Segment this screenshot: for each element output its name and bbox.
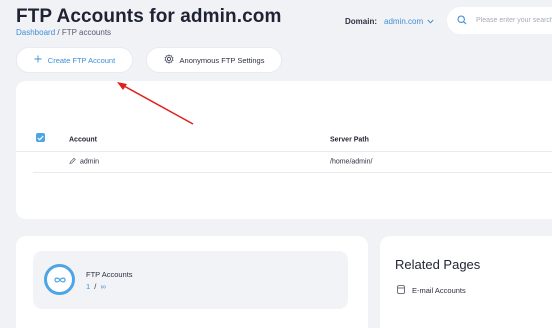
search-icon — [457, 12, 467, 30]
infinity-icon — [44, 264, 75, 295]
related-pages-title: Related Pages — [395, 257, 481, 272]
ftp-stats-panel — [33, 251, 348, 309]
search-bar[interactable] — [447, 7, 552, 34]
plus-icon — [34, 55, 42, 65]
column-header-account[interactable]: Account — [69, 136, 97, 143]
table-header-row: Account Server Path — [16, 128, 552, 152]
page-title: FTP Accounts for admin.com — [16, 6, 282, 27]
account-name: admin — [80, 158, 100, 166]
column-header-server-path[interactable]: Server Path — [330, 136, 369, 143]
breadcrumb-current: FTP accounts — [61, 28, 112, 37]
domain-label: Domain: — [345, 17, 377, 26]
ftp-accounts-stat-value: 1 / ∞ — [86, 282, 106, 291]
table-row[interactable]: admin /home/admin/ — [33, 152, 552, 173]
related-pages-card — [380, 236, 552, 328]
select-all-checkbox[interactable] — [36, 133, 45, 142]
breadcrumb-separator: / — [57, 28, 60, 37]
domain-value: admin.com — [384, 17, 424, 26]
stat-separator: / — [94, 282, 97, 291]
domain-selector[interactable]: admin.com — [384, 17, 434, 26]
gear-icon — [164, 54, 174, 66]
create-ftp-account-label: Create FTP Account — [47, 55, 116, 65]
related-item-label: E-mail Accounts — [412, 286, 466, 295]
server-path-cell: /home/admin/ — [330, 158, 373, 166]
related-item-email-accounts[interactable]: E-mail Accounts — [397, 285, 466, 296]
anonymous-ftp-settings-label: Anonymous FTP Settings — [179, 55, 265, 65]
ftp-accounts-stat-label: FTP Accounts — [86, 270, 133, 279]
pencil-icon — [69, 157, 76, 167]
breadcrumb: Dashboard / FTP accounts — [16, 28, 111, 37]
anonymous-ftp-settings-button[interactable]: Anonymous FTP Settings — [146, 47, 282, 73]
breadcrumb-dashboard-link[interactable]: Dashboard — [16, 28, 55, 37]
account-cell[interactable]: admin — [69, 157, 100, 167]
stat-used: 1 — [86, 282, 91, 291]
stat-limit: ∞ — [100, 282, 106, 291]
envelope-icon — [397, 285, 405, 296]
search-input[interactable] — [476, 17, 552, 24]
create-ftp-account-button[interactable]: Create FTP Account — [16, 47, 133, 73]
chevron-down-icon — [427, 17, 434, 26]
